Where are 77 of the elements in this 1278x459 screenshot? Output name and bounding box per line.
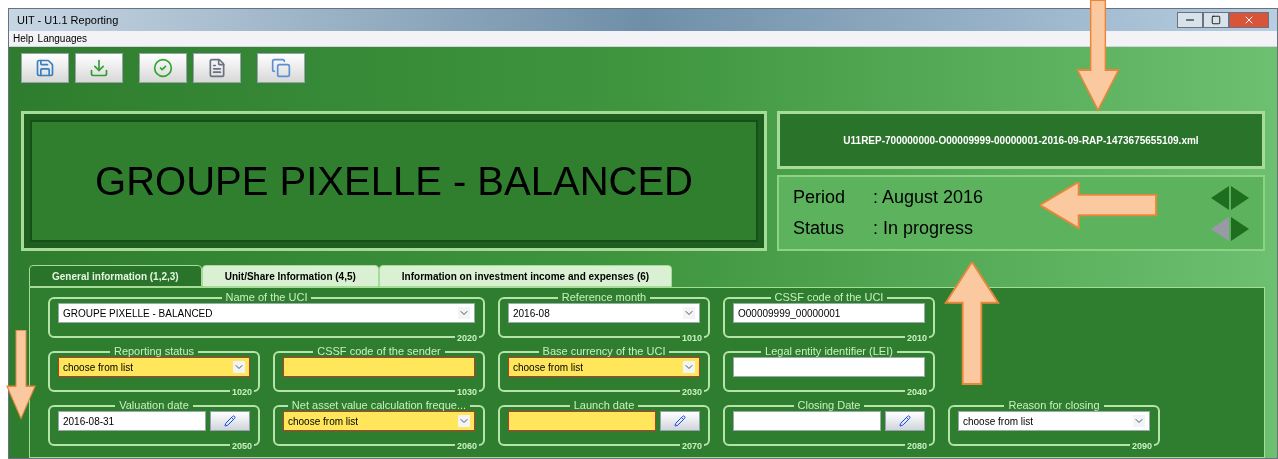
next-arrow-icon[interactable] (1231, 216, 1249, 241)
next-arrow-icon[interactable] (1231, 185, 1249, 210)
field-label: CSSF code of the sender (316, 346, 442, 357)
dropdown-field[interactable]: choose from list (958, 411, 1150, 431)
input-field[interactable] (283, 357, 475, 377)
pencil-icon (224, 415, 236, 427)
tab[interactable]: Information on investment income and expenses (6) (378, 265, 673, 287)
field-code: 2090 (1129, 442, 1154, 451)
field-code: 2010 (904, 334, 929, 343)
toolbar-button[interactable] (21, 53, 69, 83)
save-icon (35, 58, 55, 78)
maximize-icon (1211, 15, 1221, 25)
dropdown-field[interactable]: choose from list (283, 411, 475, 431)
date-picker-button[interactable] (885, 411, 925, 431)
field-code: 2030 (679, 388, 704, 397)
tab[interactable]: Unit/Share Information (4,5) (201, 265, 379, 287)
pencil-icon (899, 415, 911, 427)
dropdown-field[interactable]: 2016-08 (508, 303, 700, 323)
field-label: Net asset value calculation freque... (290, 400, 468, 411)
tab[interactable]: General information (1,2,3) (29, 265, 202, 287)
field-code: 2040 (904, 388, 929, 397)
chevron-down-icon (233, 361, 245, 373)
field-code: 1030 (454, 388, 479, 397)
field-code: 2050 (229, 442, 254, 451)
minimize-button[interactable] (1177, 12, 1203, 28)
field-label: Base currency of the UCI (541, 346, 667, 357)
dropdown-field[interactable]: choose from list (508, 357, 700, 377)
download-icon (89, 58, 109, 78)
field-code: 2020 (454, 334, 479, 343)
toolbar-button[interactable] (75, 53, 123, 83)
window-title: UIT - U1.1 Reporting (17, 12, 119, 28)
check-icon (153, 58, 173, 78)
menu-item[interactable]: Help (13, 31, 34, 46)
toolbar-button[interactable] (139, 53, 187, 83)
info-value: : August 2016 (873, 186, 984, 209)
fund-title: GROUPE PIXELLE - BALANCED (95, 158, 693, 205)
field-label: Closing Date (796, 400, 862, 411)
info-label: Period (793, 186, 847, 209)
field-label: Reporting status (112, 346, 196, 357)
chevron-down-icon (458, 415, 470, 427)
dropdown-field[interactable]: choose from list (58, 357, 250, 377)
field-label: Reason for closing (1007, 400, 1101, 411)
close-icon (1243, 14, 1255, 26)
date-field[interactable] (733, 411, 881, 431)
info-value: : In progress (873, 217, 974, 240)
field-code: 1020 (229, 388, 254, 397)
field-label: Name of the UCI (224, 292, 309, 303)
toolbar-button[interactable] (193, 53, 241, 83)
menu-item[interactable]: Languages (37, 31, 88, 46)
input-field[interactable]: O00009999_00000001 (733, 303, 925, 323)
input-field[interactable] (733, 357, 925, 377)
date-field[interactable] (508, 411, 656, 431)
pencil-icon (674, 415, 686, 427)
field-label: Launch date (572, 400, 636, 411)
field-code: 2060 (454, 442, 479, 451)
info-label: Status (793, 217, 846, 240)
field-code: 1010 (679, 334, 704, 343)
maximize-button[interactable] (1203, 12, 1229, 28)
file-name: U11REP-700000000-O00009999-00000001-2016-09-RAP-1473675655109.xml (843, 133, 1199, 148)
chevron-down-icon (1133, 415, 1145, 427)
previous-arrow-icon[interactable] (1211, 185, 1229, 210)
chevron-down-icon (458, 307, 470, 319)
dropdown-field[interactable]: GROUPE PIXELLE - BALANCED (58, 303, 475, 323)
field-label: CSSF code of the UCI (773, 292, 885, 303)
chevron-down-icon (683, 361, 695, 373)
document-icon (207, 58, 227, 78)
date-picker-button[interactable] (210, 411, 250, 431)
chevron-down-icon (683, 307, 695, 319)
field-label: Valuation date (118, 400, 190, 411)
field-code: 2070 (679, 442, 704, 451)
copy-icon (271, 58, 291, 78)
field-label: Legal entity identifier (LEI) (764, 346, 894, 357)
toolbar-button[interactable] (257, 53, 305, 83)
field-code: 2080 (904, 442, 929, 451)
date-field[interactable]: 2016-08-31 (58, 411, 206, 431)
field-label: Reference month (560, 292, 648, 303)
date-picker-button[interactable] (660, 411, 700, 431)
